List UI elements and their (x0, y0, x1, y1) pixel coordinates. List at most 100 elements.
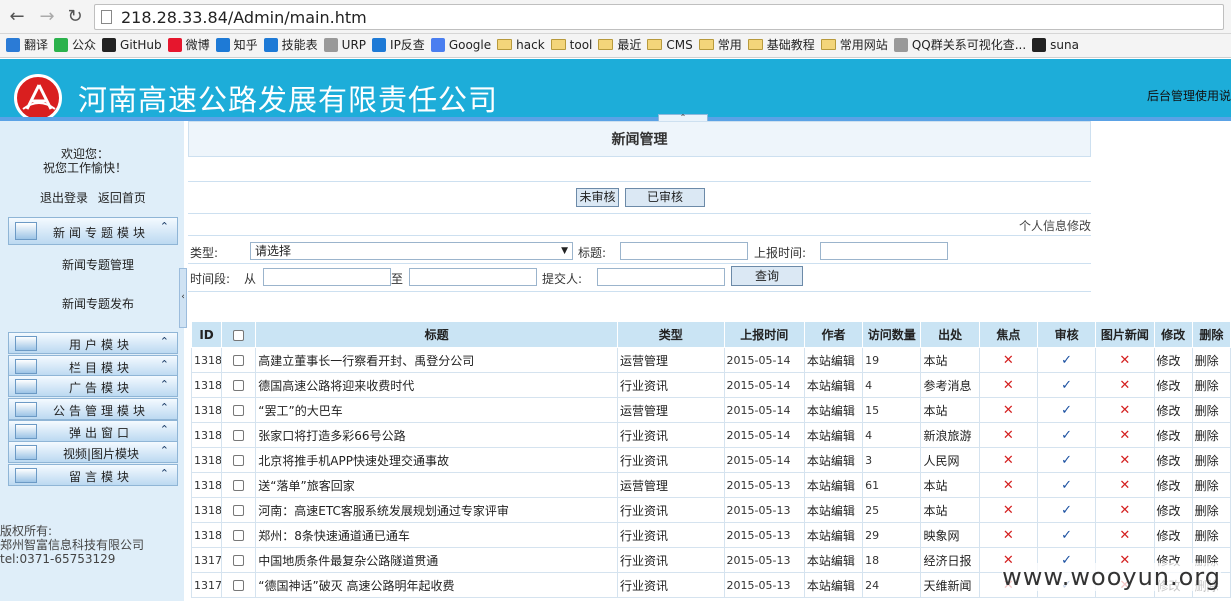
delete-link[interactable]: 删除 (1191, 447, 1231, 473)
edit-link[interactable]: 修改 (1153, 422, 1193, 448)
row-select[interactable] (221, 497, 257, 523)
edit-link[interactable]: 修改 (1153, 447, 1193, 473)
bookmark-item[interactable]: 常用网站 (820, 34, 888, 57)
review-status[interactable]: ✓ (1036, 422, 1097, 448)
url-text[interactable]: 218.28.33.84/Admin/main.htm (121, 8, 367, 27)
news-manage-link[interactable]: 新闻专题管理 (62, 256, 134, 273)
row-select[interactable] (221, 522, 257, 548)
bookmark-item[interactable]: suna (1032, 34, 1079, 57)
sidebar-splitter-toggle[interactable]: ‹ (179, 268, 187, 328)
select-all-checkbox[interactable] (233, 329, 245, 341)
row-checkbox[interactable] (233, 530, 245, 541)
module-user[interactable]: 用户模块 ⌃ (8, 332, 178, 354)
bookmark-item[interactable]: 基础教程 (747, 34, 815, 57)
row-checkbox[interactable] (233, 405, 245, 416)
pic-news-status[interactable]: ✕ (1095, 497, 1155, 523)
pic-news-status[interactable]: ✕ (1095, 447, 1155, 473)
bookmark-item[interactable]: 最近 (598, 34, 641, 57)
focus-status[interactable]: ✕ (978, 422, 1038, 448)
bookmark-item[interactable]: GitHub (102, 34, 162, 57)
bookmark-item[interactable]: 微博 (167, 34, 210, 57)
module-media[interactable]: 视频|图片模块 ⌃ (8, 441, 178, 463)
review-status[interactable]: ✓ (1036, 347, 1097, 373)
row-select[interactable] (221, 397, 257, 423)
review-status[interactable]: ✓ (1036, 447, 1097, 473)
news-title[interactable]: 德国高速公路将迎来收费时代 (255, 372, 619, 398)
news-publish-link[interactable]: 新闻专题发布 (62, 295, 134, 312)
back-arrow-icon[interactable]: ← (6, 6, 28, 28)
module-popup[interactable]: 弹出窗口 ⌃ (8, 420, 178, 442)
title-input[interactable] (620, 242, 748, 260)
row-select[interactable] (221, 447, 257, 473)
news-title[interactable]: 中国地质条件最复杂公路隧道贯通 (255, 547, 619, 573)
row-checkbox[interactable] (233, 580, 245, 591)
focus-status[interactable]: ✕ (978, 522, 1038, 548)
pic-news-status[interactable]: ✕ (1095, 372, 1155, 398)
delete-link[interactable]: 删除 (1191, 422, 1231, 448)
delete-link[interactable]: 删除 (1191, 397, 1231, 423)
edit-link[interactable]: 修改 (1153, 522, 1193, 548)
pic-news-status[interactable]: ✕ (1095, 522, 1155, 548)
focus-status[interactable]: ✕ (978, 497, 1038, 523)
module-message[interactable]: 留言模块 ⌃ (8, 464, 178, 486)
row-checkbox[interactable] (233, 380, 245, 391)
review-status[interactable]: ✓ (1036, 397, 1097, 423)
delete-link[interactable]: 删除 (1191, 497, 1231, 523)
bookmark-item[interactable]: 翻译 (6, 34, 48, 57)
to-date-input[interactable] (409, 268, 537, 286)
bookmark-item[interactable]: URP (323, 34, 366, 57)
logout-link[interactable]: 退出登录 (40, 191, 88, 205)
bookmark-item[interactable]: 常用 (698, 34, 742, 57)
edit-link[interactable]: 修改 (1153, 497, 1193, 523)
news-title[interactable]: 郑州：8条快速通道通已通车 (255, 522, 619, 548)
personal-info-link[interactable]: 个人信息修改 (1019, 217, 1091, 234)
row-checkbox[interactable] (233, 480, 245, 491)
from-date-input[interactable] (263, 268, 391, 286)
edit-link[interactable]: 修改 (1153, 347, 1193, 373)
news-title[interactable]: 张家口将打造多彩66号公路 (255, 422, 619, 448)
reload-icon[interactable]: ↻ (64, 6, 86, 28)
row-select[interactable] (221, 547, 257, 573)
unreviewed-button[interactable]: 未审核 (576, 188, 619, 207)
bookmark-item[interactable]: 公众 (54, 34, 96, 57)
admin-help-link[interactable]: 后台管理使用说 (1147, 87, 1231, 104)
row-select[interactable] (221, 572, 257, 598)
module-ads[interactable]: 广告模块 ⌃ (8, 375, 178, 397)
row-checkbox[interactable] (233, 455, 245, 466)
news-title[interactable]: 河南：高速ETC客服系统发展规划通过专家评审 (255, 497, 619, 523)
submitter-input[interactable] (597, 268, 725, 286)
report-time-input[interactable] (820, 242, 948, 260)
news-title[interactable]: 北京将推手机APP快速处理交通事故 (255, 447, 619, 473)
row-select[interactable] (221, 372, 257, 398)
query-button[interactable]: 查询 (731, 266, 803, 286)
bookmark-item[interactable]: 知乎 (215, 34, 258, 57)
delete-link[interactable]: 删除 (1191, 347, 1231, 373)
focus-status[interactable]: ✕ (978, 347, 1038, 373)
edit-link[interactable]: 修改 (1153, 472, 1193, 498)
pic-news-status[interactable]: ✕ (1095, 397, 1155, 423)
focus-status[interactable]: ✕ (978, 472, 1038, 498)
news-title[interactable]: 高建立董事长一行察看开封、禹登分公司 (255, 347, 619, 373)
delete-link[interactable]: 删除 (1191, 522, 1231, 548)
bookmark-item[interactable]: QQ群关系可视化查... (893, 34, 1026, 57)
focus-status[interactable]: ✕ (978, 372, 1038, 398)
row-checkbox[interactable] (233, 430, 245, 441)
review-status[interactable]: ✓ (1036, 472, 1097, 498)
news-title[interactable]: 送“落单”旅客回家 (255, 472, 619, 498)
review-status[interactable]: ✓ (1036, 372, 1097, 398)
bookmark-item[interactable]: 技能表 (263, 34, 318, 57)
bookmark-item[interactable]: tool (550, 34, 592, 57)
row-checkbox[interactable] (233, 505, 245, 516)
edit-link[interactable]: 修改 (1153, 372, 1193, 398)
delete-link[interactable]: 删除 (1191, 372, 1231, 398)
row-checkbox[interactable] (233, 555, 245, 566)
forward-arrow-icon[interactable]: → (36, 6, 58, 28)
row-select[interactable] (221, 347, 257, 373)
row-select[interactable] (221, 472, 257, 498)
edit-link[interactable]: 修改 (1153, 397, 1193, 423)
review-status[interactable]: ✓ (1036, 497, 1097, 523)
news-title[interactable]: “德国神话”破灭 高速公路明年起收费 (255, 572, 619, 598)
home-link[interactable]: 返回首页 (98, 191, 146, 205)
type-select[interactable]: 请选择 ▼ (250, 242, 573, 260)
pic-news-status[interactable]: ✕ (1095, 472, 1155, 498)
